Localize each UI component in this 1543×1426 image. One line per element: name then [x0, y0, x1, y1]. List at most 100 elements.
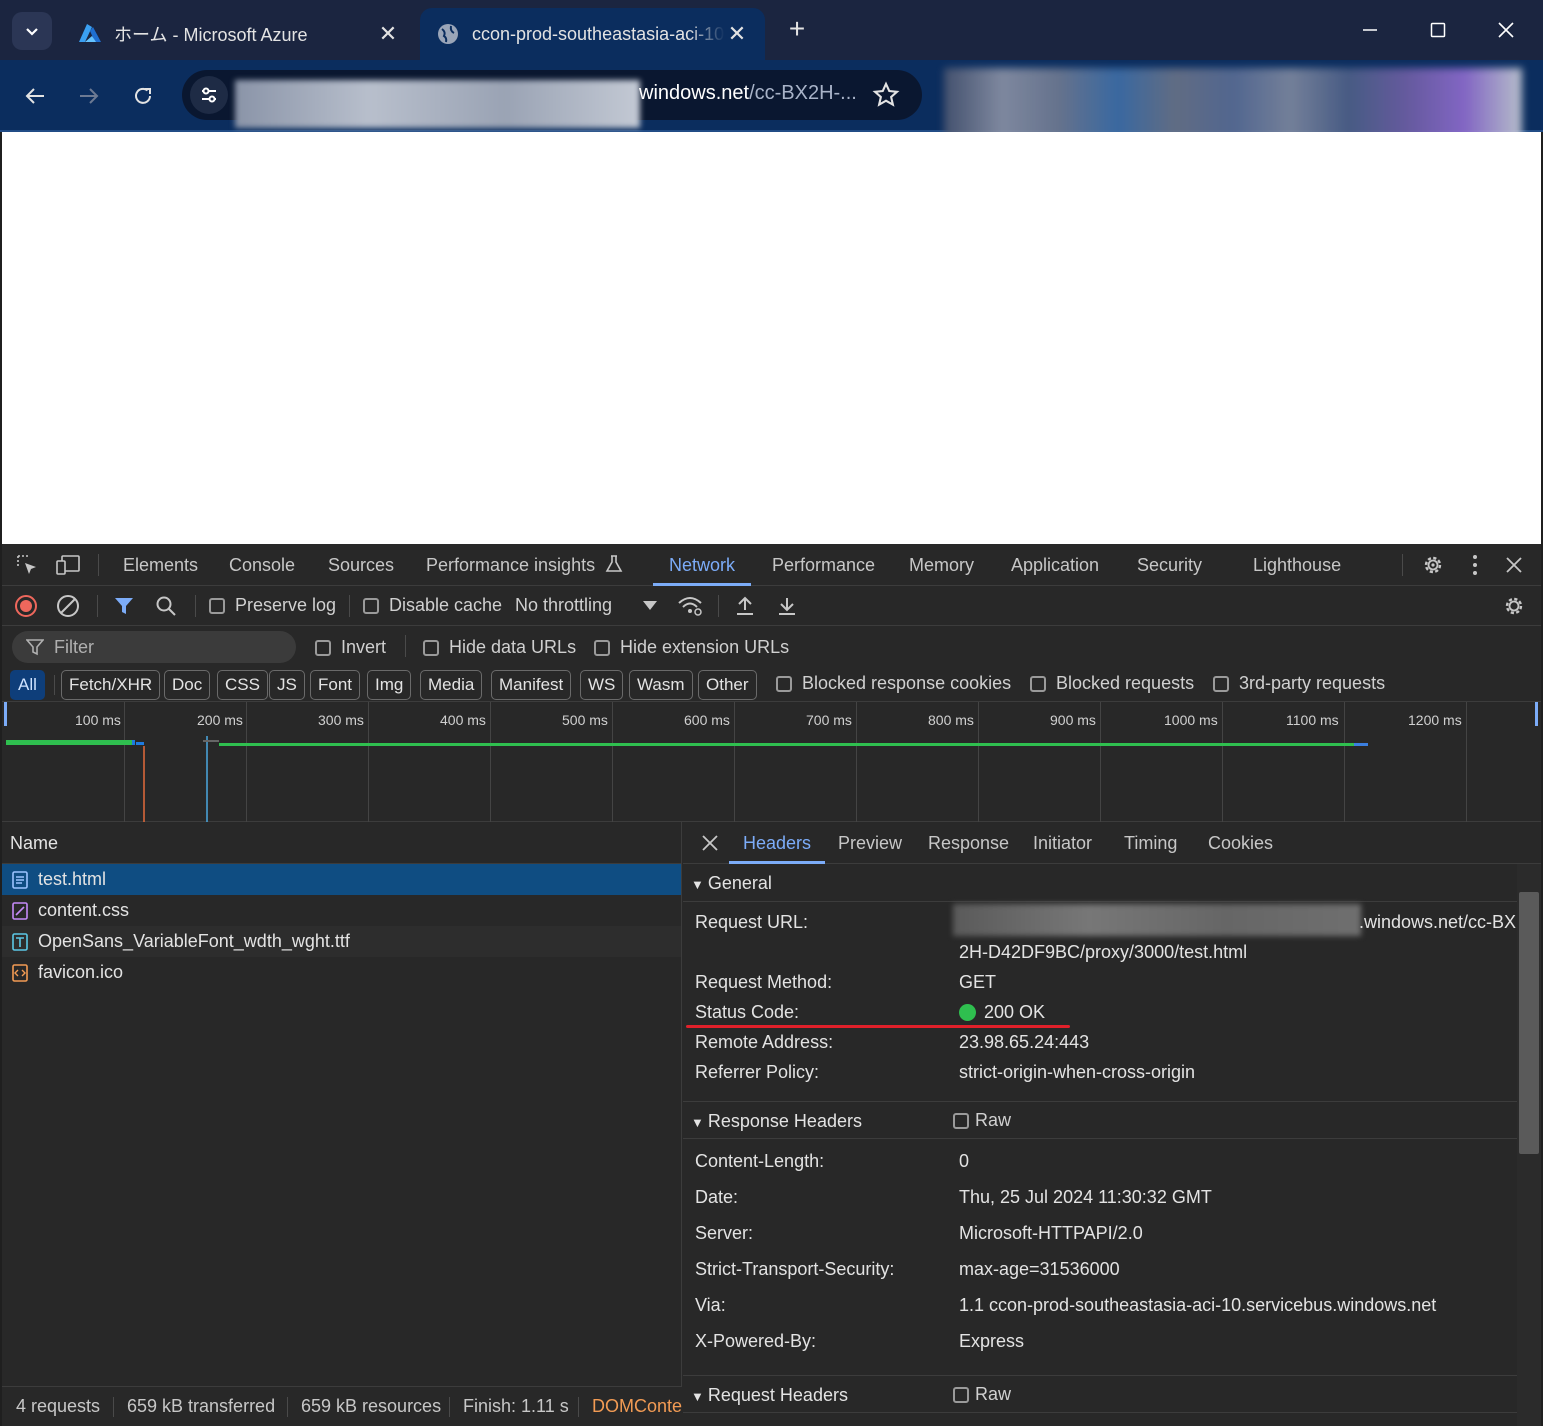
type-wasm[interactable]: Wasm: [629, 670, 693, 700]
request-row[interactable]: content.css: [2, 895, 681, 926]
network-overview-timeline[interactable]: 100 ms 200 ms 300 ms 400 ms 500 ms 600 m…: [2, 702, 1541, 822]
tab-preview[interactable]: Preview: [838, 822, 902, 864]
inspect-element-icon[interactable]: [14, 552, 40, 578]
import-har-icon[interactable]: [732, 593, 758, 619]
hide-extension-urls-checkbox[interactable]: Hide extension URLs: [594, 637, 789, 658]
disable-cache-checkbox[interactable]: Disable cache: [363, 595, 502, 616]
blocked-response-cookies-checkbox[interactable]: Blocked response cookies: [776, 673, 1011, 694]
address-bar[interactable]: windows.net/cc-BX2H-...: [182, 70, 922, 128]
tab-performance[interactable]: Performance: [772, 544, 875, 586]
type-doc[interactable]: Doc: [164, 670, 211, 700]
request-row[interactable]: test.html: [2, 864, 681, 895]
filter-funnel-icon[interactable]: [111, 593, 137, 619]
type-other[interactable]: Other: [698, 670, 757, 700]
tab-console[interactable]: Console: [229, 544, 295, 586]
type-js[interactable]: JS: [269, 670, 305, 700]
blocked-requests-checkbox[interactable]: Blocked requests: [1030, 673, 1194, 694]
type-css[interactable]: CSS: [217, 670, 268, 700]
arrow-left-icon: [25, 88, 44, 104]
response-header-value: max-age=31536000: [959, 1259, 1120, 1279]
tab-application[interactable]: Application: [1011, 544, 1099, 586]
reload-button[interactable]: [123, 76, 163, 116]
request-method-value: GET: [959, 972, 997, 992]
type-media[interactable]: Media: [420, 670, 483, 700]
response-header-value: Express: [959, 1331, 1025, 1351]
invert-checkbox[interactable]: Invert: [315, 637, 386, 658]
hide-data-urls-checkbox[interactable]: Hide data URLs: [423, 637, 576, 658]
response-raw-checkbox[interactable]: Raw: [953, 1110, 1011, 1131]
request-raw-checkbox[interactable]: Raw: [953, 1384, 1011, 1405]
tune-icon: [202, 87, 216, 103]
timeline-bars: [4, 702, 1538, 822]
request-url-value: .windows.net/cc-BX: [1359, 912, 1517, 932]
azure-logo-icon: [78, 22, 102, 46]
tab-response[interactable]: Response: [928, 822, 1009, 864]
third-party-requests-checkbox[interactable]: 3rd-party requests: [1213, 673, 1385, 694]
type-font[interactable]: Font: [310, 670, 361, 700]
new-tab-button[interactable]: +: [782, 14, 812, 44]
request-row[interactable]: favicon.ico: [2, 957, 681, 988]
tab-lighthouse[interactable]: Lighthouse: [1253, 544, 1341, 586]
tab-performance-insights[interactable]: Performance insights: [426, 544, 624, 586]
filter-input[interactable]: Filter: [12, 631, 296, 663]
tab-timing[interactable]: Timing: [1124, 822, 1177, 864]
redacted-url: [953, 904, 1361, 936]
tab-memory[interactable]: Memory: [909, 544, 974, 586]
close-devtools-icon[interactable]: [1501, 552, 1527, 578]
type-manifest[interactable]: Manifest: [491, 670, 572, 700]
dropdown-arrow-icon[interactable]: [637, 593, 663, 619]
search-icon[interactable]: [153, 593, 179, 619]
stylesheet-icon: [12, 901, 28, 920]
minimize-button[interactable]: [1347, 10, 1393, 50]
device-toolbar-icon[interactable]: [55, 552, 81, 578]
tab-network[interactable]: Network: [652, 544, 752, 586]
close-detail-icon[interactable]: [697, 830, 723, 856]
detail-scrollbar-thumb[interactable]: [1519, 892, 1539, 1154]
tab-ccon[interactable]: ccon-prod-southeastasia-aci-10 ✕: [420, 8, 765, 60]
network-conditions-icon[interactable]: [677, 593, 703, 619]
back-button[interactable]: [15, 76, 55, 116]
close-window-button[interactable]: [1483, 10, 1529, 50]
type-all[interactable]: All: [10, 670, 45, 700]
request-method-label: Request Method:: [695, 972, 833, 992]
status-code-value: 200 OK: [959, 1002, 1045, 1023]
type-fetch-xhr[interactable]: Fetch/XHR: [61, 670, 161, 700]
tab-sources[interactable]: Sources: [328, 544, 394, 586]
forward-button[interactable]: [69, 76, 109, 116]
tab-initiator[interactable]: Initiator: [1033, 822, 1092, 864]
tab-search-button[interactable]: [12, 12, 52, 50]
request-row[interactable]: OpenSans_VariableFont_wdth_wght.ttf: [2, 926, 681, 957]
network-settings-gear-icon[interactable]: [1501, 593, 1527, 619]
maximize-button[interactable]: [1415, 10, 1461, 50]
site-info-button[interactable]: [190, 76, 228, 114]
devtools-panel-tabs: Elements Console Sources Performance ins…: [2, 544, 1541, 586]
more-options-icon[interactable]: [1462, 552, 1488, 578]
image-icon: [12, 963, 28, 982]
tab-title: ccon-prod-southeastasia-aci-10: [472, 23, 725, 44]
tab-security[interactable]: Security: [1137, 544, 1202, 586]
close-tab-icon[interactable]: ✕: [376, 21, 400, 46]
document-icon: [12, 870, 28, 889]
clear-icon[interactable]: [55, 593, 81, 619]
close-tab-icon[interactable]: ✕: [725, 21, 749, 46]
request-headers-section-header[interactable]: ▼ Request Headers: [683, 1375, 1517, 1413]
preserve-log-checkbox[interactable]: Preserve log: [209, 595, 336, 616]
type-img[interactable]: Img: [367, 670, 412, 700]
url-text[interactable]: windows.net/cc-BX2H-...: [639, 82, 857, 105]
throttling-select[interactable]: No throttling: [515, 595, 612, 616]
bookmark-star-icon[interactable]: [872, 81, 900, 109]
export-har-icon[interactable]: [774, 593, 800, 619]
gear-icon[interactable]: [1420, 552, 1446, 578]
stop-recording-icon[interactable]: [13, 593, 39, 619]
tab-azure[interactable]: ホーム - Microsoft Azure ✕: [62, 8, 416, 60]
name-column-header[interactable]: Name: [2, 822, 681, 864]
type-ws[interactable]: WS: [580, 670, 624, 700]
response-header-name: Content-Length:: [695, 1151, 825, 1171]
tab-elements[interactable]: Elements: [123, 544, 198, 586]
general-section-header[interactable]: ▼ General: [683, 864, 1517, 902]
network-status-bar: 4 requests 659 kB transferred 659 kB res…: [2, 1386, 682, 1426]
tab-cookies[interactable]: Cookies: [1208, 822, 1273, 864]
response-header-name: X-Powered-By:: [695, 1331, 817, 1351]
response-headers-section-header[interactable]: ▼ Response Headers: [683, 1101, 1517, 1139]
tab-headers[interactable]: Headers: [728, 822, 826, 864]
